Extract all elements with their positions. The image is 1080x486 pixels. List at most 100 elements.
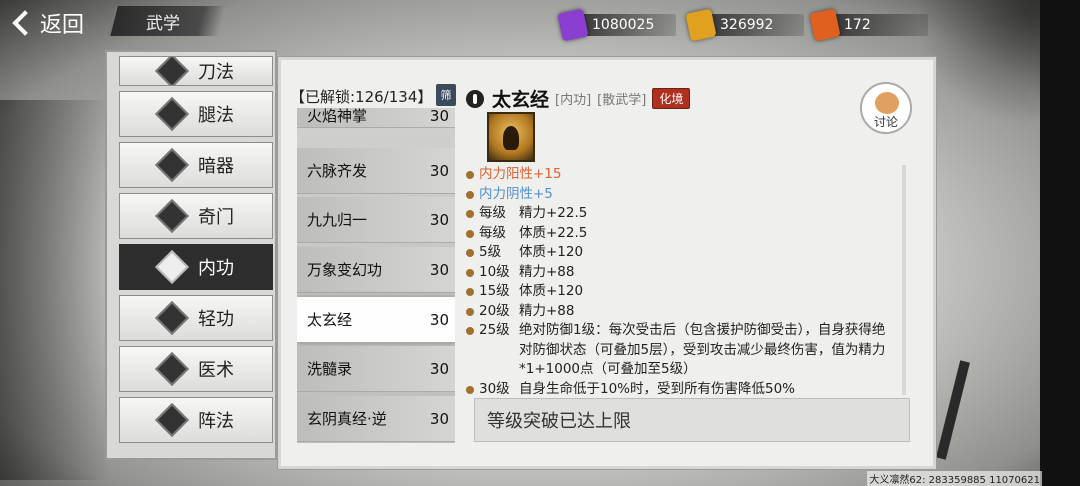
skill-level: 30 (429, 260, 449, 279)
skill-list[interactable]: 火焰神掌 30 六脉齐发 30 九九归一 30 万象变幻功 30 太玄经 30 … (297, 108, 455, 443)
type-tag: [内功] (555, 93, 592, 108)
category-label: 刀法 (198, 62, 234, 83)
filter-button[interactable]: 筛 (436, 84, 456, 106)
category-hidden-weapon[interactable]: 暗器 (119, 142, 273, 188)
skill-name: 九九归一 (307, 211, 368, 229)
effect-text: 内力阳性+15 (479, 166, 562, 182)
effect-row: 10级 精力+88 (466, 263, 896, 283)
category-sidebar: 刀法 腿法 暗器 奇门 内功 轻功 医术 阵法 (105, 50, 277, 460)
chevron-left-icon (12, 10, 38, 36)
skill-row[interactable]: 万象变幻功 30 (297, 247, 455, 293)
bullet-icon (466, 307, 474, 316)
scrollbar-thumb[interactable] (902, 165, 906, 395)
category-blade[interactable]: 刀法 (119, 56, 273, 86)
discuss-button[interactable]: 讨论 (860, 82, 912, 134)
category-label: 医术 (198, 360, 234, 381)
skill-level: 30 (429, 409, 449, 428)
skill-row[interactable]: 洗髓录 30 (297, 346, 455, 392)
effect-level: 每级 (479, 224, 506, 241)
effect-row: 每级 体质+22.5 (466, 224, 896, 244)
skill-name: 洗髓录 (307, 360, 353, 378)
skill-level: 30 (429, 310, 449, 329)
effect-level: 15级 (479, 283, 510, 299)
category-kick[interactable]: 腿法 (119, 91, 273, 137)
category-lightness[interactable]: 轻功 (119, 295, 273, 341)
effect-text: 体质+120 (519, 244, 584, 260)
effect-level: 5级 (479, 244, 502, 260)
back-label: 返回 (40, 13, 85, 38)
ink-branch-decoration (920, 0, 1040, 130)
category-label: 腿法 (198, 105, 234, 126)
screen-edge (1040, 0, 1080, 486)
skill-level: 30 (429, 359, 449, 378)
effect-text: 内力阴性+5 (479, 185, 553, 202)
skill-portrait (487, 112, 535, 162)
breakthrough-status[interactable]: 等级突破已达上限 (474, 398, 910, 442)
bullet-icon (466, 249, 474, 257)
effect-text: 精力+88 (519, 263, 575, 280)
currency-value: 172 (844, 17, 871, 33)
effect-row: 30级 自身生命低于10%时，受到所有伤害降低50% (466, 380, 896, 400)
skill-name: 太玄经 (307, 311, 353, 329)
skill-name: 万象变幻功 (307, 261, 383, 279)
effects-scrollbar[interactable] (902, 165, 906, 395)
bullet-icon (466, 229, 474, 238)
effect-level: 20级 (479, 302, 510, 319)
gold-scroll-icon (685, 8, 717, 42)
category-label: 暗器 (198, 156, 234, 177)
medicine-icon (155, 352, 189, 386)
skill-level: 30 (429, 210, 449, 229)
effect-text: 体质+120 (519, 283, 584, 299)
kick-icon (155, 97, 189, 131)
skill-title: 太玄经 (492, 89, 550, 111)
bullet-icon (466, 171, 474, 179)
effect-row: 每级 精力+22.5 (466, 204, 896, 224)
cat-mascot-icon (875, 92, 899, 114)
currency-value: 326992 (720, 17, 774, 33)
category-label: 轻功 (198, 309, 234, 330)
category-medicine[interactable]: 医术 (119, 346, 273, 392)
category-label: 奇门 (198, 207, 234, 228)
effect-level: 30级 (479, 380, 510, 397)
currency-bar (828, 14, 928, 36)
category-formation[interactable]: 阵法 (119, 397, 273, 443)
inner-power-icon (155, 250, 189, 284)
realm-badge: 化境 (652, 88, 691, 109)
back-button[interactable]: 返回 (8, 6, 100, 40)
skill-name: 六脉齐发 (307, 162, 368, 180)
effect-row: 20级 精力+88 (466, 302, 896, 322)
category-inner-power[interactable]: 内功 (119, 244, 273, 290)
page-title: 武学 (146, 14, 180, 34)
bullet-icon (466, 268, 474, 277)
inner-power-type-icon (466, 89, 484, 108)
skill-row[interactable]: 玄阴真经·逆 30 (297, 396, 455, 442)
effect-text: 自身生命低于10%时，受到所有伤害降低50% (519, 380, 796, 397)
skill-level: 30 (429, 108, 449, 125)
currency-gold[interactable]: 326992 (685, 8, 804, 42)
player-id-watermark: 大义凛然62: 283359885 11070621 (867, 471, 1042, 486)
effect-text: 绝对防御1级：每次受击后（包含援护防御受击），自身获得绝对防御状态（可叠加5层）… (519, 322, 886, 377)
effect-row: 15级 体质+120 (466, 282, 896, 302)
formation-icon (155, 403, 189, 437)
skill-row[interactable]: 火焰神掌 30 (297, 108, 455, 128)
blade-icon (155, 57, 189, 85)
skill-level: 30 (429, 161, 449, 180)
purple-scroll-icon (557, 8, 589, 42)
category-exotic[interactable]: 奇门 (119, 193, 273, 239)
bullet-icon (466, 385, 474, 394)
effect-level: 10级 (479, 263, 510, 280)
school-tag: [散武学] (597, 93, 647, 108)
effect-row: 25级 绝对防御1级：每次受击后（包含援护防御受击），自身获得绝对防御状态（可叠… (466, 321, 896, 380)
skill-row-selected[interactable]: 太玄经 30 (297, 297, 455, 343)
bullet-icon (466, 288, 474, 296)
lightness-icon (155, 301, 189, 335)
skill-row[interactable]: 六脉齐发 30 (297, 148, 455, 194)
effect-row: 内力阴性+5 (466, 185, 896, 205)
currency-orange[interactable]: 172 (809, 8, 928, 42)
effect-text: 体质+22.5 (519, 224, 588, 241)
skill-row[interactable]: 九九归一 30 (297, 197, 455, 243)
category-label: 阵法 (198, 411, 234, 432)
currency-purple[interactable]: 1080025 (557, 8, 676, 42)
currency-value: 1080025 (592, 17, 655, 33)
skill-name: 玄阴真经·逆 (307, 410, 387, 428)
